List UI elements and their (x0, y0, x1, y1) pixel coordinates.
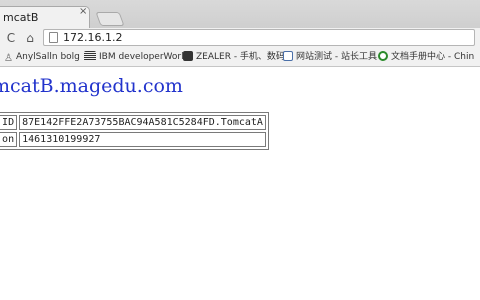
tab-close-icon[interactable]: × (79, 7, 87, 17)
session-id-value: 87E142FFE2A73755BAC94A581C5284FD.TomcatA (19, 115, 266, 130)
tab-title: mcatB (3, 11, 39, 24)
tab-strip: mcatB × (0, 0, 480, 28)
bookmark-label: 文档手册中心 - Chin (391, 52, 475, 62)
bookmark-label: ZEALER - 手机、数码 (196, 52, 285, 62)
bookmark-webtest[interactable]: 网站测试 - 站长工具 (283, 48, 377, 66)
address-bar[interactable]: 172.16.1.2 (43, 29, 475, 46)
globe-icon (378, 51, 388, 61)
bookmark-label: 网站测试 - 站长工具 (296, 52, 377, 62)
page-content: mcatB.magedu.com on ID 87E142FFE2A73755B… (0, 67, 480, 300)
toolbar: C ⌂ 172.16.1.2 (0, 28, 480, 48)
home-icon[interactable]: ⌂ (22, 29, 38, 47)
created-on-value: 1461310199927 (19, 132, 266, 147)
person-icon: ♙ (4, 53, 13, 64)
bookmark-docs[interactable]: 文档手册中心 - Chin (378, 48, 474, 66)
page-heading: mcatB.magedu.com (0, 75, 183, 97)
bookmark-ibm[interactable]: IBM developerWorl (84, 48, 184, 66)
page-icon (49, 32, 58, 43)
bookmarks-bar: ♙ AnylSalln bolg IBM developerWorl ZEALER… (0, 48, 480, 67)
bookmark-label: AnylSalln bolg (15, 52, 80, 62)
ibm-icon (84, 51, 96, 61)
tab-tomcat[interactable]: mcatB (0, 6, 90, 28)
zealer-icon (183, 51, 193, 61)
new-tab-button[interactable] (95, 12, 125, 26)
session-table: on ID 87E142FFE2A73755BAC94A581C5284FD.T… (0, 112, 269, 150)
bookmark-zealer[interactable]: ZEALER - 手机、数码 (183, 48, 285, 66)
row-label: on ID (0, 115, 18, 130)
document-icon (283, 51, 293, 61)
address-text[interactable]: 172.16.1.2 (63, 30, 122, 45)
bookmark-label: IBM developerWorl (99, 52, 184, 62)
table-row: ed on 1461310199927 (0, 132, 266, 147)
bookmark-anylsalln[interactable]: ♙ AnylSalln bolg (4, 48, 80, 66)
reload-icon[interactable]: C (3, 29, 19, 47)
table-row: on ID 87E142FFE2A73755BAC94A581C5284FD.T… (0, 115, 266, 130)
row-label: ed on (0, 132, 18, 147)
